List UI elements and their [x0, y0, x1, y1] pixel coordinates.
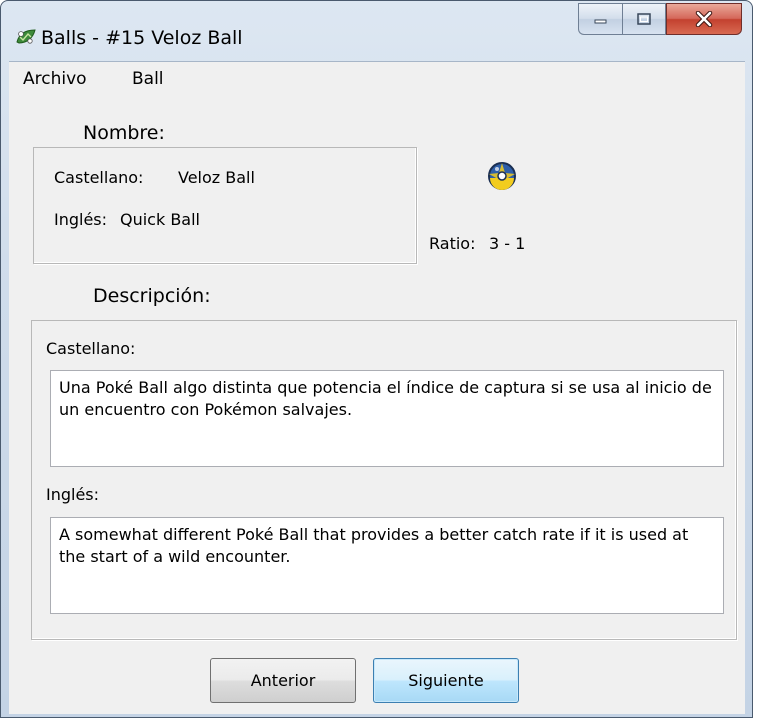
nombre-ingles-value: Quick Ball — [120, 210, 200, 229]
next-button[interactable]: Siguiente — [373, 658, 519, 703]
descripcion-group-label: Descripción: — [93, 285, 211, 307]
maximize-button[interactable] — [622, 3, 666, 35]
window-title: Balls - #15 Veloz Ball — [41, 27, 243, 49]
nombre-castellano-value: Veloz Ball — [178, 168, 255, 187]
quick-ball-icon — [488, 162, 516, 190]
nombre-group-label: Nombre: — [83, 122, 165, 144]
descripcion-group: Castellano: Una Poké Ball algo distinta … — [31, 320, 737, 640]
nombre-castellano-label: Castellano: — [54, 168, 144, 187]
menu-bar: Archivo Ball — [9, 62, 745, 96]
menu-archivo[interactable]: Archivo — [23, 69, 87, 89]
leaf-icon — [16, 29, 36, 44]
ratio-label: Ratio: — [429, 234, 476, 253]
desc-ingles-label: Inglés: — [46, 485, 100, 504]
previous-button[interactable]: Anterior — [210, 658, 356, 703]
desc-ingles-textbox[interactable]: A somewhat different Poké Ball that prov… — [50, 517, 724, 614]
menu-ball[interactable]: Ball — [132, 69, 164, 89]
app-window: Balls - #15 Veloz Ball Archivo Ball Nomb… — [0, 0, 753, 718]
nombre-ingles-label: Inglés: — [54, 210, 108, 229]
desc-castellano-label: Castellano: — [46, 339, 136, 358]
title-bar[interactable]: Balls - #15 Veloz Ball — [1, 1, 752, 49]
minimize-icon — [594, 19, 606, 24]
close-icon — [695, 11, 713, 27]
caption-buttons — [578, 3, 742, 35]
ratio-value: 3 - 1 — [489, 234, 526, 253]
maximize-icon — [637, 13, 651, 25]
nombre-group: Castellano: Veloz Ball Inglés: Quick Bal… — [33, 147, 417, 264]
close-button[interactable] — [666, 3, 742, 35]
minimize-button[interactable] — [578, 3, 622, 35]
desc-castellano-textbox[interactable]: Una Poké Ball algo distinta que potencia… — [50, 370, 724, 467]
client-area: Archivo Ball Nombre: Castellano: Veloz B… — [9, 61, 745, 714]
